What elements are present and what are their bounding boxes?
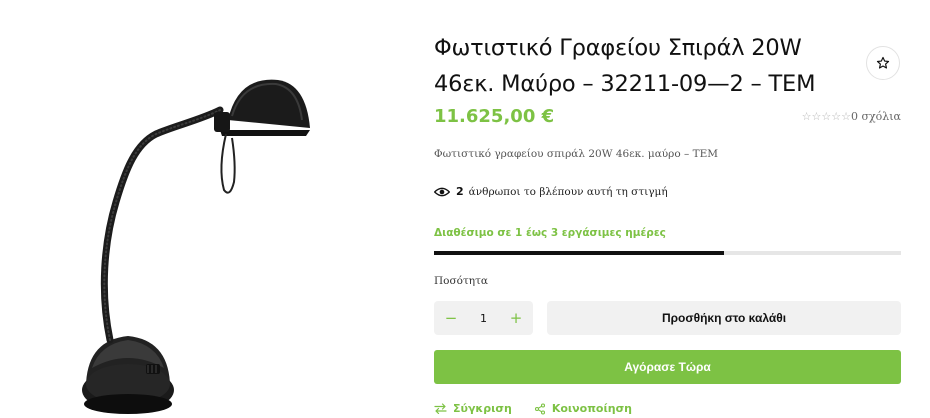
product-price: 11.625,00 €: [434, 106, 555, 127]
share-label: Κοινοποίηση: [551, 402, 633, 415]
quantity-increase-button[interactable]: +: [509, 309, 523, 327]
star-icon: [876, 56, 890, 69]
product-info: Φωτιστικό Γραφείου Σπιράλ 20W 46εκ. Μαύρ…: [434, 0, 901, 418]
rating-stars: ☆☆☆☆☆: [801, 111, 851, 123]
short-description: Φωτιστικό γραφείου σπιράλ 20W 46εκ. μαύρ…: [434, 148, 719, 160]
compare-link[interactable]: Σύγκριση: [434, 402, 512, 415]
viewers-count: 2: [456, 185, 464, 198]
quantity-stepper: − 1 +: [434, 301, 533, 335]
reviews-link[interactable]: 0 σχόλια: [851, 110, 901, 123]
live-viewers: 2 άνθρωποι το βλέπουν αυτή τη στιγμή: [434, 185, 668, 198]
product-rating[interactable]: ☆☆☆☆☆ 0 σχόλια: [802, 110, 901, 123]
quantity-label: Ποσότητα: [434, 275, 488, 287]
share-link[interactable]: Κοινοποίηση: [534, 402, 632, 415]
availability-text: Διαθέσιμο σε 1 έως 3 εργάσιμες ημέρες: [434, 227, 666, 239]
add-to-cart-button[interactable]: Προσθήκη στο καλάθι: [547, 301, 901, 335]
eye-icon: [434, 187, 450, 196]
product-title: Φωτιστικό Γραφείου Σπιράλ 20W 46εκ. Μαύρ…: [434, 35, 816, 97]
compare-arrows-icon: [434, 403, 447, 414]
product-actions: Σύγκριση Κοινοποίηση: [434, 402, 654, 415]
buy-now-button[interactable]: Αγόρασε Τώρα: [434, 350, 901, 384]
wishlist-button[interactable]: [866, 46, 900, 80]
quantity-decrease-button[interactable]: −: [444, 309, 458, 327]
share-icon: [534, 402, 545, 415]
stock-progress-fill: [434, 251, 724, 255]
viewers-text: άνθρωποι το βλέπουν αυτή τη στιγμή: [468, 185, 668, 198]
compare-label: Σύγκριση: [453, 402, 512, 415]
product-image: [82, 79, 310, 414]
quantity-input[interactable]: 1: [480, 312, 487, 325]
stock-progress-bar: [434, 251, 901, 255]
